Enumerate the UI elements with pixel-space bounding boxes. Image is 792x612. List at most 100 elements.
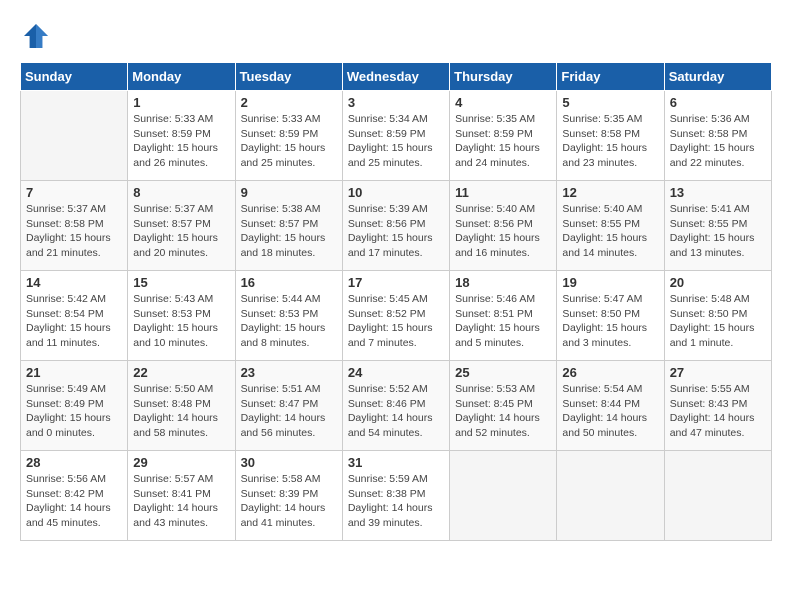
day-info: Sunrise: 5:37 AM Sunset: 8:57 PM Dayligh… <box>133 202 229 261</box>
day-number: 3 <box>348 95 444 110</box>
calendar-cell: 23 Sunrise: 5:51 AM Sunset: 8:47 PM Dayli… <box>235 361 342 451</box>
calendar-cell: 2 Sunrise: 5:33 AM Sunset: 8:59 PM Daylig… <box>235 91 342 181</box>
day-info: Sunrise: 5:42 AM Sunset: 8:54 PM Dayligh… <box>26 292 122 351</box>
day-number: 17 <box>348 275 444 290</box>
day-number: 15 <box>133 275 229 290</box>
day-info: Sunrise: 5:40 AM Sunset: 8:55 PM Dayligh… <box>562 202 658 261</box>
day-number: 4 <box>455 95 551 110</box>
day-info: Sunrise: 5:52 AM Sunset: 8:46 PM Dayligh… <box>348 382 444 441</box>
calendar-cell: 6 Sunrise: 5:36 AM Sunset: 8:58 PM Daylig… <box>664 91 771 181</box>
day-number: 22 <box>133 365 229 380</box>
calendar-cell <box>664 451 771 541</box>
calendar-cell: 22 Sunrise: 5:50 AM Sunset: 8:48 PM Dayli… <box>128 361 235 451</box>
day-number: 12 <box>562 185 658 200</box>
day-info: Sunrise: 5:41 AM Sunset: 8:55 PM Dayligh… <box>670 202 766 261</box>
calendar-week-row: 1 Sunrise: 5:33 AM Sunset: 8:59 PM Daylig… <box>21 91 772 181</box>
day-info: Sunrise: 5:45 AM Sunset: 8:52 PM Dayligh… <box>348 292 444 351</box>
day-number: 2 <box>241 95 337 110</box>
day-number: 9 <box>241 185 337 200</box>
day-info: Sunrise: 5:49 AM Sunset: 8:49 PM Dayligh… <box>26 382 122 441</box>
calendar-body: 1 Sunrise: 5:33 AM Sunset: 8:59 PM Daylig… <box>21 91 772 541</box>
day-number: 30 <box>241 455 337 470</box>
day-info: Sunrise: 5:48 AM Sunset: 8:50 PM Dayligh… <box>670 292 766 351</box>
day-number: 23 <box>241 365 337 380</box>
weekday-header: Sunday <box>21 63 128 91</box>
day-number: 14 <box>26 275 122 290</box>
calendar-cell: 3 Sunrise: 5:34 AM Sunset: 8:59 PM Daylig… <box>342 91 449 181</box>
day-info: Sunrise: 5:55 AM Sunset: 8:43 PM Dayligh… <box>670 382 766 441</box>
day-info: Sunrise: 5:50 AM Sunset: 8:48 PM Dayligh… <box>133 382 229 441</box>
calendar-cell: 31 Sunrise: 5:59 AM Sunset: 8:38 PM Dayli… <box>342 451 449 541</box>
day-info: Sunrise: 5:37 AM Sunset: 8:58 PM Dayligh… <box>26 202 122 261</box>
day-number: 29 <box>133 455 229 470</box>
day-number: 25 <box>455 365 551 380</box>
weekday-header: Tuesday <box>235 63 342 91</box>
day-number: 16 <box>241 275 337 290</box>
calendar-cell: 29 Sunrise: 5:57 AM Sunset: 8:41 PM Dayli… <box>128 451 235 541</box>
calendar-cell: 7 Sunrise: 5:37 AM Sunset: 8:58 PM Daylig… <box>21 181 128 271</box>
day-info: Sunrise: 5:33 AM Sunset: 8:59 PM Dayligh… <box>133 112 229 171</box>
calendar-cell: 4 Sunrise: 5:35 AM Sunset: 8:59 PM Daylig… <box>450 91 557 181</box>
calendar-week-row: 14 Sunrise: 5:42 AM Sunset: 8:54 PM Dayli… <box>21 271 772 361</box>
weekday-header: Wednesday <box>342 63 449 91</box>
day-number: 8 <box>133 185 229 200</box>
day-number: 27 <box>670 365 766 380</box>
calendar-cell: 18 Sunrise: 5:46 AM Sunset: 8:51 PM Dayli… <box>450 271 557 361</box>
calendar-cell: 1 Sunrise: 5:33 AM Sunset: 8:59 PM Daylig… <box>128 91 235 181</box>
calendar-week-row: 7 Sunrise: 5:37 AM Sunset: 8:58 PM Daylig… <box>21 181 772 271</box>
calendar-cell: 13 Sunrise: 5:41 AM Sunset: 8:55 PM Dayli… <box>664 181 771 271</box>
calendar-cell <box>21 91 128 181</box>
day-number: 20 <box>670 275 766 290</box>
calendar-cell <box>450 451 557 541</box>
day-number: 19 <box>562 275 658 290</box>
calendar-cell: 11Sunrise: 5:40 AM Sunset: 8:56 PM Dayli… <box>450 181 557 271</box>
calendar-cell: 12 Sunrise: 5:40 AM Sunset: 8:55 PM Dayli… <box>557 181 664 271</box>
day-info: Sunrise: 5:33 AM Sunset: 8:59 PM Dayligh… <box>241 112 337 171</box>
calendar-cell: 25 Sunrise: 5:53 AM Sunset: 8:45 PM Dayli… <box>450 361 557 451</box>
day-number: 24 <box>348 365 444 380</box>
day-info: Sunrise: 5:39 AM Sunset: 8:56 PM Dayligh… <box>348 202 444 261</box>
day-info: Sunrise: 5:35 AM Sunset: 8:59 PM Dayligh… <box>455 112 551 171</box>
weekday-header: Thursday <box>450 63 557 91</box>
day-number: 18 <box>455 275 551 290</box>
calendar-cell: 16 Sunrise: 5:44 AM Sunset: 8:53 PM Dayli… <box>235 271 342 361</box>
weekday-header: Monday <box>128 63 235 91</box>
day-info: Sunrise: 5:47 AM Sunset: 8:50 PM Dayligh… <box>562 292 658 351</box>
calendar-cell: 15 Sunrise: 5:43 AM Sunset: 8:53 PM Dayli… <box>128 271 235 361</box>
day-number: 10 <box>348 185 444 200</box>
day-info: Sunrise: 5:46 AM Sunset: 8:51 PM Dayligh… <box>455 292 551 351</box>
calendar-cell: 19 Sunrise: 5:47 AM Sunset: 8:50 PM Dayli… <box>557 271 664 361</box>
calendar-cell: 26Sunrise: 5:54 AM Sunset: 8:44 PM Dayli… <box>557 361 664 451</box>
calendar-header-row: SundayMondayTuesdayWednesdayThursdayFrid… <box>21 63 772 91</box>
calendar-cell: 20 Sunrise: 5:48 AM Sunset: 8:50 PM Dayli… <box>664 271 771 361</box>
calendar-table: SundayMondayTuesdayWednesdayThursdayFrid… <box>20 62 772 541</box>
logo-icon <box>20 20 52 52</box>
logo <box>20 20 56 52</box>
day-info: Sunrise: 5:58 AM Sunset: 8:39 PM Dayligh… <box>241 472 337 531</box>
day-info: Sunrise: 5:59 AM Sunset: 8:38 PM Dayligh… <box>348 472 444 531</box>
day-info: Sunrise: 5:35 AM Sunset: 8:58 PM Dayligh… <box>562 112 658 171</box>
day-number: 1 <box>133 95 229 110</box>
calendar-cell: 17 Sunrise: 5:45 AM Sunset: 8:52 PM Dayli… <box>342 271 449 361</box>
calendar-cell: 28Sunrise: 5:56 AM Sunset: 8:42 PM Dayli… <box>21 451 128 541</box>
calendar-cell: 30 Sunrise: 5:58 AM Sunset: 8:39 PM Dayli… <box>235 451 342 541</box>
day-number: 6 <box>670 95 766 110</box>
calendar-cell: 27 Sunrise: 5:55 AM Sunset: 8:43 PM Dayli… <box>664 361 771 451</box>
day-number: 13 <box>670 185 766 200</box>
day-info: Sunrise: 5:36 AM Sunset: 8:58 PM Dayligh… <box>670 112 766 171</box>
weekday-header: Saturday <box>664 63 771 91</box>
calendar-cell: 9Sunrise: 5:38 AM Sunset: 8:57 PM Daylig… <box>235 181 342 271</box>
day-info: Sunrise: 5:53 AM Sunset: 8:45 PM Dayligh… <box>455 382 551 441</box>
calendar-cell: 21 Sunrise: 5:49 AM Sunset: 8:49 PM Dayli… <box>21 361 128 451</box>
day-info: Sunrise: 5:34 AM Sunset: 8:59 PM Dayligh… <box>348 112 444 171</box>
day-number: 31 <box>348 455 444 470</box>
day-info: Sunrise: 5:51 AM Sunset: 8:47 PM Dayligh… <box>241 382 337 441</box>
weekday-header: Friday <box>557 63 664 91</box>
day-info: Sunrise: 5:44 AM Sunset: 8:53 PM Dayligh… <box>241 292 337 351</box>
calendar-cell: 14 Sunrise: 5:42 AM Sunset: 8:54 PM Dayli… <box>21 271 128 361</box>
day-number: 21 <box>26 365 122 380</box>
day-number: 7 <box>26 185 122 200</box>
day-number: 11 <box>455 185 551 200</box>
day-info: Sunrise: 5:57 AM Sunset: 8:41 PM Dayligh… <box>133 472 229 531</box>
day-info: Sunrise: 5:43 AM Sunset: 8:53 PM Dayligh… <box>133 292 229 351</box>
